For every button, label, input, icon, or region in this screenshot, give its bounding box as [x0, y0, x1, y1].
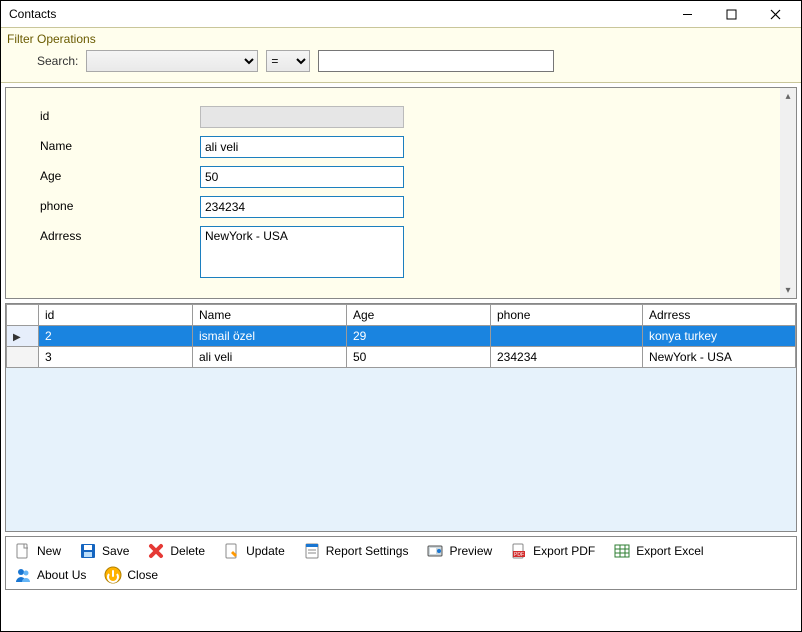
update-button[interactable]: Update	[221, 541, 287, 561]
row-header[interactable]	[7, 347, 39, 368]
about-icon	[14, 566, 32, 584]
col-id[interactable]: id	[39, 305, 193, 326]
address-field[interactable]: NewYork - USA	[200, 226, 404, 278]
save-button-label: Save	[102, 544, 129, 558]
row-pointer-icon: ▶	[13, 332, 21, 343]
grid-header-row: id Name Age phone Adrress	[7, 305, 796, 326]
grid-empty-area	[6, 368, 796, 531]
save-icon	[79, 542, 97, 560]
col-phone[interactable]: phone	[491, 305, 643, 326]
col-address[interactable]: Adrress	[643, 305, 796, 326]
age-field[interactable]	[200, 166, 404, 188]
new-button[interactable]: New	[12, 541, 63, 561]
detail-panel: id Name Age phone Adrress NewYork - USA …	[5, 87, 797, 299]
cell[interactable]: 2	[39, 326, 193, 347]
close-icon	[770, 9, 781, 20]
cell[interactable]: 234234	[491, 347, 643, 368]
scroll-down-icon: ▾	[780, 282, 796, 298]
search-value-input[interactable]	[318, 50, 554, 72]
report-button-label: Report Settings	[326, 544, 409, 558]
save-button[interactable]: Save	[77, 541, 131, 561]
cell[interactable]: konya turkey	[643, 326, 796, 347]
update-icon	[223, 542, 241, 560]
table-row[interactable]: ▶ 2ismail özel29 konya turkey	[7, 326, 796, 347]
close-button-label: Close	[127, 568, 158, 582]
pdf-icon: PDF	[510, 542, 528, 560]
row-header-corner	[7, 305, 39, 326]
close-button[interactable]: Close	[102, 565, 160, 585]
name-field[interactable]	[200, 136, 404, 158]
report-button[interactable]: Report Settings	[301, 541, 411, 561]
report-icon	[303, 542, 321, 560]
delete-icon	[147, 542, 165, 560]
maximize-icon	[726, 9, 737, 20]
about-button-label: About Us	[37, 568, 86, 582]
preview-button-label: Preview	[449, 544, 492, 558]
id-label: id	[40, 106, 200, 123]
search-operator-select[interactable]: =	[266, 50, 310, 72]
id-field	[200, 106, 404, 128]
toolbar: New Save Delete Update Report Settings Previe…	[5, 536, 797, 590]
pdf-button[interactable]: PDF Export PDF	[508, 541, 597, 561]
filter-panel: Filter Operations Search: =	[1, 28, 801, 83]
filter-group-label: Filter Operations	[7, 32, 795, 46]
minimize-icon	[682, 9, 693, 20]
pdf-button-label: Export PDF	[533, 544, 595, 558]
delete-button[interactable]: Delete	[145, 541, 207, 561]
close-window-button[interactable]	[753, 2, 797, 26]
svg-text:PDF: PDF	[514, 552, 524, 558]
scroll-up-icon: ▴	[780, 88, 796, 104]
cell[interactable]: 3	[39, 347, 193, 368]
cell[interactable]: 50	[347, 347, 491, 368]
window-title: Contacts	[9, 7, 56, 21]
data-grid: id Name Age phone Adrress ▶2ismail özel2…	[5, 303, 797, 532]
new-button-label: New	[37, 544, 61, 558]
form-scrollbar[interactable]: ▴ ▾	[780, 88, 796, 298]
excel-button[interactable]: Export Excel	[611, 541, 705, 561]
phone-field[interactable]	[200, 196, 404, 218]
col-name[interactable]: Name	[193, 305, 347, 326]
col-age[interactable]: Age	[347, 305, 491, 326]
new-icon	[14, 542, 32, 560]
address-label: Adrress	[40, 226, 200, 243]
table-row[interactable]: 3ali veli50234234NewYork - USA	[7, 347, 796, 368]
phone-label: phone	[40, 196, 200, 213]
name-label: Name	[40, 136, 200, 153]
search-field-select[interactable]	[86, 50, 258, 72]
cell[interactable]: 29	[347, 326, 491, 347]
close-icon	[104, 566, 122, 584]
cell[interactable]: ali veli	[193, 347, 347, 368]
update-button-label: Update	[246, 544, 285, 558]
preview-icon	[426, 542, 444, 560]
maximize-button[interactable]	[709, 2, 753, 26]
excel-icon	[613, 542, 631, 560]
excel-button-label: Export Excel	[636, 544, 703, 558]
cell[interactable]	[491, 326, 643, 347]
delete-button-label: Delete	[170, 544, 205, 558]
age-label: Age	[40, 166, 200, 183]
cell[interactable]: ismail özel	[193, 326, 347, 347]
row-header[interactable]: ▶	[7, 326, 39, 347]
titlebar: Contacts	[1, 1, 801, 28]
minimize-button[interactable]	[665, 2, 709, 26]
preview-button[interactable]: Preview	[424, 541, 494, 561]
search-label: Search:	[37, 54, 78, 68]
cell[interactable]: NewYork - USA	[643, 347, 796, 368]
about-button[interactable]: About Us	[12, 565, 88, 585]
